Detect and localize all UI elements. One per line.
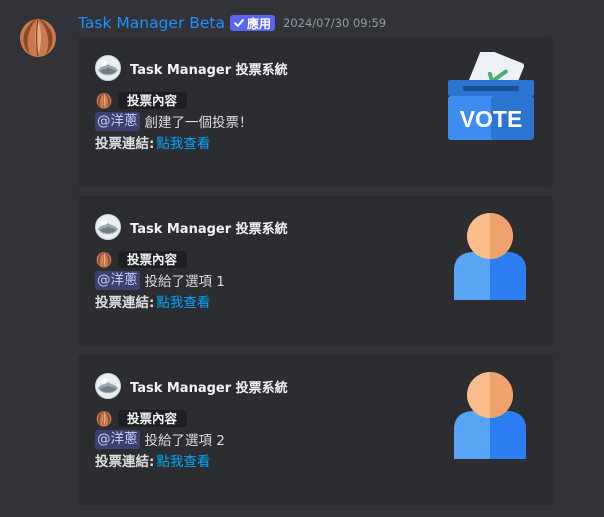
user-mention[interactable]: @洋蔥: [95, 111, 140, 131]
app-badge: 應用: [230, 15, 276, 31]
user-mention[interactable]: @洋蔥: [95, 270, 140, 290]
almond-emoji-icon: [95, 249, 113, 269]
link-label: 投票連結:: [95, 295, 155, 311]
user-mention[interactable]: @洋蔥: [95, 429, 140, 449]
embed-author: Task Manager 投票系統: [95, 373, 288, 399]
vote-box-icon[interactable]: VOTE: [445, 52, 537, 144]
almond-emoji-icon: [95, 408, 113, 428]
user-avatar-icon[interactable]: [452, 212, 528, 302]
embed-author-icon: [95, 373, 121, 399]
view-link[interactable]: 點我查看: [156, 450, 210, 470]
embed-action-text: 創建了一個投票！: [144, 115, 253, 131]
user-avatar-icon[interactable]: [452, 371, 528, 461]
message-header: Task Manager Beta 應用 2024/07/30 09:59: [78, 12, 386, 34]
embed-author-icon: [95, 55, 121, 81]
embed-author-name: Task Manager 投票系統: [130, 221, 288, 237]
embed-description: @洋蔥 投給了選項 1: [95, 270, 225, 290]
checkmark-icon: [234, 19, 244, 27]
embed-tag-line: 投票內容: [95, 249, 188, 269]
app-badge-label: 應用: [247, 16, 272, 31]
embed-link-line: 投票連結: 點我查看: [95, 132, 210, 152]
embed-card: Task Manager 投票系統 投票內容 @洋蔥 投給了選項 1 投票連結:…: [78, 196, 553, 346]
embed-tag-line: 投票內容: [95, 90, 188, 110]
embed-card: Task Manager 投票系統 投票內容 @洋蔥 投給了選項 2 投票連結:…: [78, 355, 553, 505]
embed-link-line: 投票連結: 點我查看: [95, 450, 210, 470]
link-label: 投票連結:: [95, 454, 155, 470]
embed-action-text: 投給了選項 2: [144, 433, 225, 449]
view-link[interactable]: 點我查看: [156, 132, 210, 152]
embed-tag: 投票內容: [118, 91, 188, 109]
embed-tag-line: 投票內容: [95, 408, 188, 428]
embed-description: @洋蔥 創建了一個投票！: [95, 111, 253, 131]
embed-author: Task Manager 投票系統: [95, 214, 288, 240]
embed-tag: 投票內容: [118, 250, 188, 268]
timestamp: 2024/07/30 09:59: [283, 16, 387, 30]
embed-author-name: Task Manager 投票系統: [130, 380, 288, 396]
embed-card: Task Manager 投票系統 投票內容 @洋蔥 創建了一個投票！ 投票連結…: [78, 37, 553, 187]
embed-tag: 投票內容: [118, 409, 188, 427]
embed-description: @洋蔥 投給了選項 2: [95, 429, 225, 449]
bot-avatar[interactable]: [16, 14, 60, 58]
embed-link-line: 投票連結: 點我查看: [95, 291, 210, 311]
almond-emoji-icon: [95, 90, 113, 110]
embed-author: Task Manager 投票系統: [95, 55, 288, 81]
author-name[interactable]: Task Manager Beta: [78, 14, 225, 32]
embed-author-name: Task Manager 投票系統: [130, 62, 288, 78]
vote-label: VOTE: [460, 106, 523, 132]
link-label: 投票連結:: [95, 136, 155, 152]
embed-author-icon: [95, 214, 121, 240]
embed-action-text: 投給了選項 1: [144, 274, 225, 290]
view-link[interactable]: 點我查看: [156, 291, 210, 311]
